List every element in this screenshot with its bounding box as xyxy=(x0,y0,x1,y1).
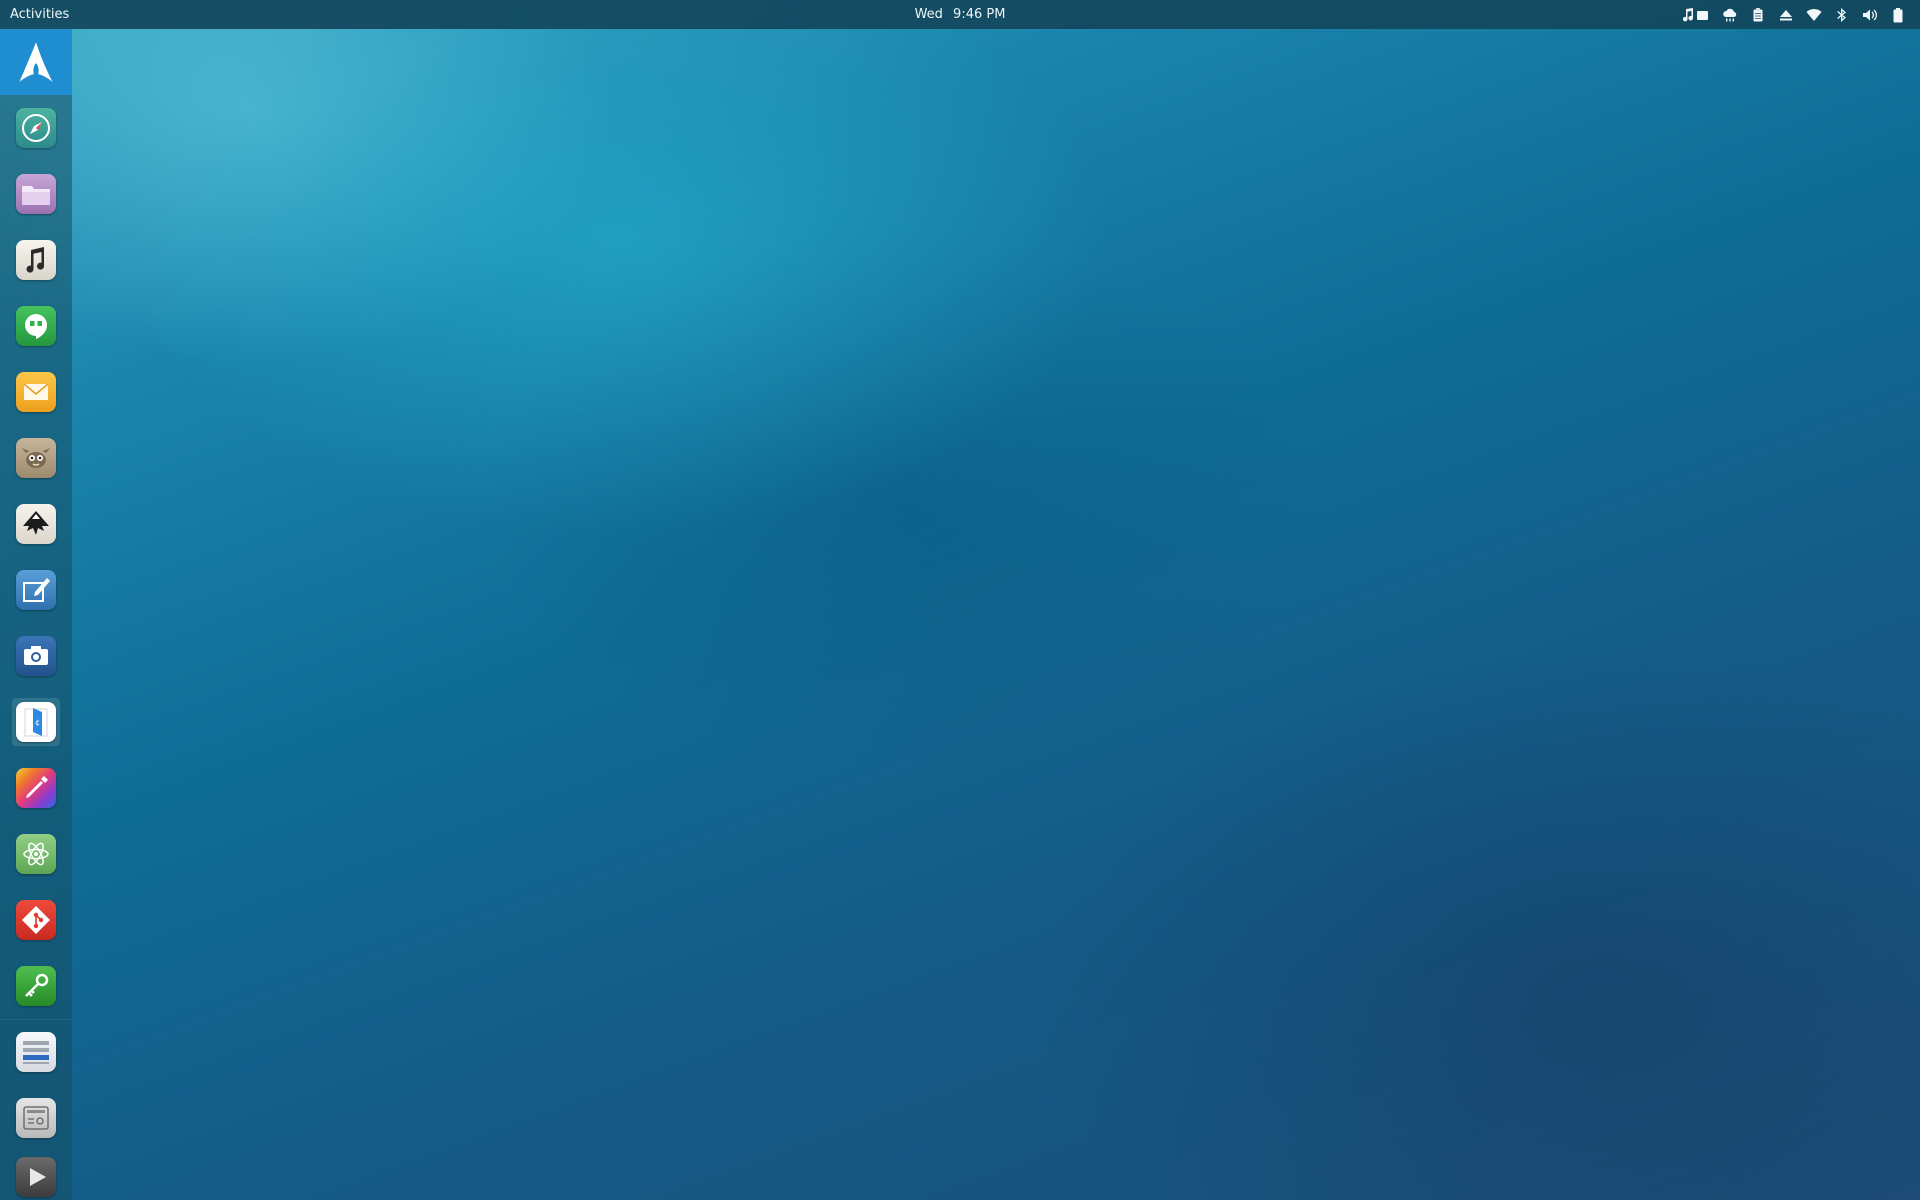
battery-icon[interactable] xyxy=(1890,7,1906,23)
dock-item-web-browser[interactable] xyxy=(0,95,72,161)
clock-button[interactable]: Wed 9:46 PM xyxy=(915,0,1006,29)
passwords-keys-icon xyxy=(16,966,56,1006)
dock-item-hardware-settings[interactable] xyxy=(0,1085,72,1151)
color-picker-icon xyxy=(16,768,56,808)
dock-item-color-picker[interactable] xyxy=(0,755,72,821)
dock-item-arch[interactable] xyxy=(0,29,72,95)
wifi-icon[interactable] xyxy=(1806,7,1822,23)
git-icon xyxy=(16,900,56,940)
svg-text:¢: ¢ xyxy=(35,718,40,727)
dock-item-gimp[interactable] xyxy=(0,425,72,491)
dock-item-passwords[interactable] xyxy=(0,953,72,1020)
clock-day: Wed xyxy=(914,7,943,22)
dock-item-media-player[interactable] xyxy=(0,1151,72,1200)
clock-time: 9:46 PM xyxy=(953,7,1006,22)
gimp-icon xyxy=(16,438,56,478)
files-folder-icon xyxy=(16,174,56,214)
dock-item-inkscape[interactable] xyxy=(0,491,72,557)
drawing-icon xyxy=(16,570,56,610)
music-player-icon[interactable] xyxy=(1680,7,1710,23)
arch-logo-icon xyxy=(19,42,53,82)
dock-item-screenshot[interactable] xyxy=(0,623,72,689)
dock-item-git[interactable] xyxy=(0,887,72,953)
dock-item-atom[interactable] xyxy=(0,821,72,887)
dock-item-drawing[interactable] xyxy=(0,557,72,623)
dock-item-files[interactable] xyxy=(0,161,72,227)
clipboard-icon[interactable] xyxy=(1750,7,1766,23)
mail-icon xyxy=(16,372,56,412)
dock-item-mail[interactable] xyxy=(0,359,72,425)
activities-button[interactable]: Activities xyxy=(10,0,69,29)
hangouts-icon xyxy=(16,306,56,346)
bluetooth-icon[interactable] xyxy=(1834,7,1850,23)
media-player-icon xyxy=(16,1157,56,1197)
dock-item-text-editor[interactable]: ¢ xyxy=(0,689,72,755)
inkscape-icon xyxy=(16,504,56,544)
dock-item-music[interactable] xyxy=(0,227,72,293)
dock-item-system-monitor[interactable] xyxy=(0,1019,72,1085)
atom-editor-icon xyxy=(16,834,56,874)
dock-item-hangouts[interactable] xyxy=(0,293,72,359)
volume-icon[interactable] xyxy=(1862,7,1878,23)
weather-cloud-icon[interactable] xyxy=(1722,7,1738,23)
music-icon xyxy=(16,240,56,280)
eject-icon[interactable] xyxy=(1778,7,1794,23)
text-editor-icon: ¢ xyxy=(16,702,56,742)
screenshot-camera-icon xyxy=(16,636,56,676)
application-dock: ¢ xyxy=(0,29,72,1200)
hardware-settings-icon xyxy=(16,1098,56,1138)
web-browser-icon xyxy=(16,108,56,148)
system-monitor-icon xyxy=(16,1032,56,1072)
system-tray xyxy=(1680,0,1906,29)
top-bar: Activities Wed 9:46 PM xyxy=(0,0,1920,29)
